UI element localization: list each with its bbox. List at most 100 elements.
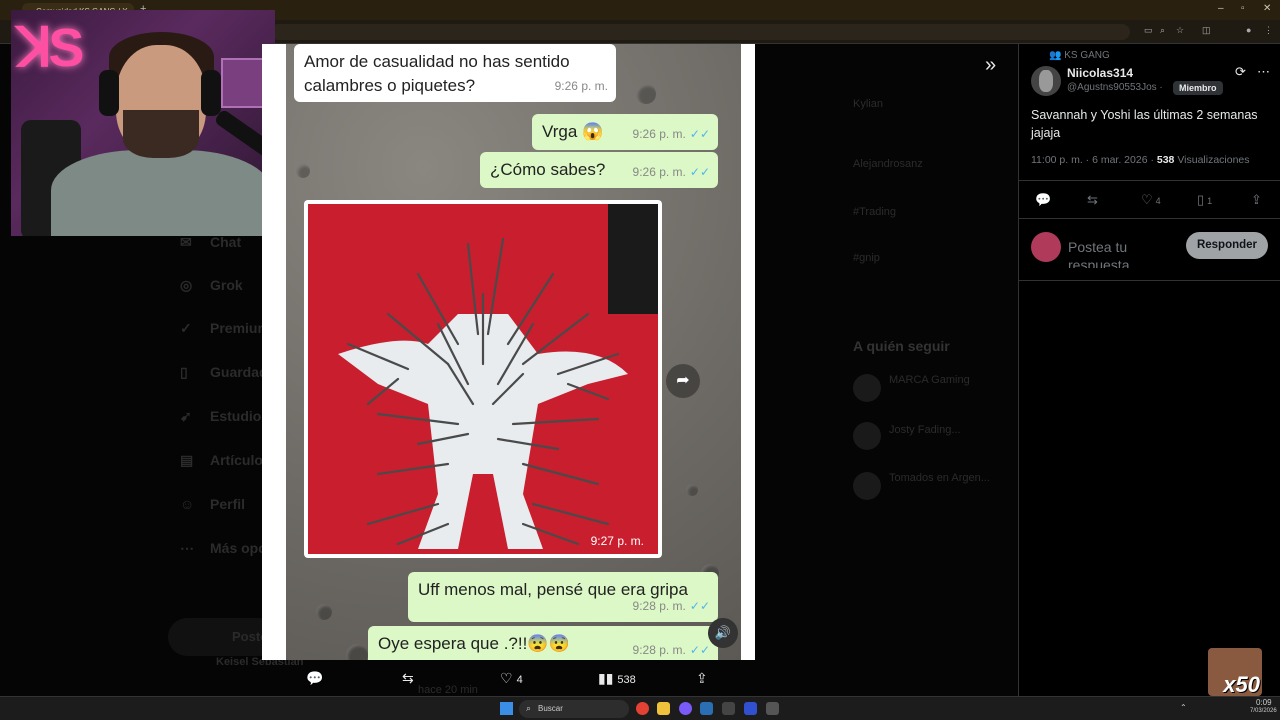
repost-icon[interactable]: ⇆ [402,670,414,687]
emote-overlay: x50 [1208,648,1262,696]
settings-icon[interactable] [766,702,779,715]
follow-name-2[interactable]: Josty Fading... [889,424,961,436]
bookmark-icon: ▯ [1197,192,1205,207]
photo-timestamp: 9:27 p. m. [590,534,644,548]
chat-icon: ✉ [180,234,192,250]
url-field[interactable] [270,24,1130,40]
more-options-icon[interactable]: ⋯ [1257,64,1270,80]
maximize-button[interactable]: ▫ [1241,3,1245,14]
cast-icon[interactable]: ▭ [1144,25,1153,36]
media-action-bar: 💬 ⇆ ♡ 4 ▮▮ 538 ⇪ [262,660,755,696]
profile-icon[interactable]: ● [1246,25,1251,35]
divider [1019,180,1280,181]
bookmark-button[interactable]: ▯ 1 [1197,192,1212,208]
taskbar: ⌕ Buscar ⌃ 0:09 7/03/2026 [0,696,1280,720]
share-icon[interactable]: ⇪ [696,670,708,687]
streamer-shirt [51,150,271,236]
nav-studio[interactable]: ➹ Estudio [180,408,261,425]
zoom-icon[interactable]: ⌕ [1160,25,1165,36]
rocket-icon: ➹ [180,408,192,424]
photo-message: 9:27 p. m. [304,200,662,558]
neon-logo: ꓘS [17,18,84,78]
community-label[interactable]: 👥 KS GANG [1049,50,1110,61]
clock-date: 7/03/2026 [1250,708,1277,714]
follow-name-3[interactable]: Tomados en Argen... [889,472,990,484]
community-icon: 👥 [1049,50,1065,61]
share-icon[interactable]: ⇪ [1251,192,1262,208]
read-ticks-icon: ✓✓ [689,127,710,141]
app-icon[interactable] [722,702,735,715]
views-button[interactable]: ▮▮ 538 [598,670,636,687]
nav-articles[interactable]: ▤ Artículos [180,452,271,469]
premium-icon: ✓ [180,320,192,336]
clock-time: 0:09 [1256,698,1272,707]
trend-1[interactable]: Kylian [853,98,883,110]
follow-avatar-3 [853,472,881,500]
collapse-panel-icon[interactable]: » [985,54,996,77]
repost-icon[interactable]: ⇆ [1087,192,1098,208]
forward-icon[interactable]: ➦ [666,364,700,398]
nav-chat[interactable]: ✉ Chat [180,234,241,251]
more-icon: ⋯ [180,540,194,556]
nav-grok[interactable]: ◎ Grok [180,277,243,294]
trend-3[interactable]: #Trading [853,206,896,218]
discord-icon[interactable] [679,702,692,715]
reply-input[interactable]: Postea tu respuesta [1068,238,1178,268]
article-icon: ▤ [180,452,194,468]
tray-chevron-icon[interactable]: ⌃ [1180,703,1187,712]
grok-icon: ◎ [180,277,193,293]
who-to-follow-title: A quién seguir [853,338,950,354]
read-ticks-icon: ✓✓ [689,643,710,657]
wall-poster [221,58,266,108]
volume-icon[interactable]: 🔊 [708,618,738,648]
message-bubble-3: ¿Cómo sabes? 9:26 p. m. ✓✓ [480,152,718,188]
like-button[interactable]: ♡ 4 [1141,192,1161,208]
reply-button[interactable]: Responder [1186,232,1268,259]
tweet-meta: 11:00 p. m. · 6 mar. 2026 · 538 Visualiz… [1031,154,1250,166]
follow-avatar-2 [853,422,881,450]
tweet-panel: 👥 KS GANG Niicolas314 @Agustns90553Jos ·… [1018,44,1280,696]
like-button[interactable]: ♡ 4 [500,670,523,687]
trend-4[interactable]: #gnip [853,252,880,264]
heart-icon: ♡ [1141,192,1153,207]
reply-icon[interactable]: 💬 [1035,192,1051,208]
avatar[interactable] [1031,66,1061,96]
taskbar-search[interactable]: ⌕ Buscar [519,700,629,718]
message-bubble-4: Uff menos mal, pensé que era gripa 9:28 … [408,572,718,622]
bookmark-star-icon[interactable]: ☆ [1176,25,1184,36]
steam-icon[interactable] [700,702,713,715]
bookmark-icon: ▯ [180,364,188,380]
file-explorer-icon[interactable] [657,702,670,715]
v-app-icon[interactable] [744,702,757,715]
trend-2[interactable]: Alejandrosanz [853,158,923,170]
follow-avatar-1 [853,374,881,402]
photo-image: 9:27 p. m. [308,204,658,554]
streamer-beard [123,110,199,158]
media-viewer[interactable]: Amor de casualidad no has sentido calamb… [262,44,755,660]
emote-counter: x50 [1223,672,1260,696]
close-window-button[interactable]: ✕ [1263,3,1271,14]
follow-name-1[interactable]: MARCA Gaming [889,374,970,386]
nav-premium[interactable]: ✓ Premium [180,320,270,337]
read-ticks-icon: ✓✓ [689,599,710,613]
search-icon: ⌕ [526,703,532,713]
read-ticks-icon: ✓✓ [689,165,710,179]
member-badge: Miembro [1173,81,1223,95]
grok-icon[interactable]: ⟳ [1235,64,1246,80]
minimize-button[interactable]: – [1218,3,1224,14]
nav-profile[interactable]: ☺ Perfil [180,496,245,512]
chat-screenshot: Amor de casualidad no has sentido calamb… [286,44,741,660]
divider [1019,280,1280,281]
headphone-right [201,70,221,116]
message-bubble-1: Amor de casualidad no has sentido calamb… [294,44,616,102]
chrome-icon[interactable] [636,702,649,715]
pincushion-figure [338,204,658,549]
reply-icon[interactable]: 💬 [306,670,323,687]
menu-icon[interactable]: ⋮ [1264,25,1273,36]
reply-avatar [1031,232,1061,262]
username[interactable]: Niicolas314 [1067,66,1133,80]
windows-start-icon[interactable] [500,702,513,715]
webcam-overlay: ꓘS [11,10,275,236]
user-handle[interactable]: @Agustns90553Jos · [1067,82,1163,93]
extensions-icon[interactable]: ◫ [1202,25,1211,36]
